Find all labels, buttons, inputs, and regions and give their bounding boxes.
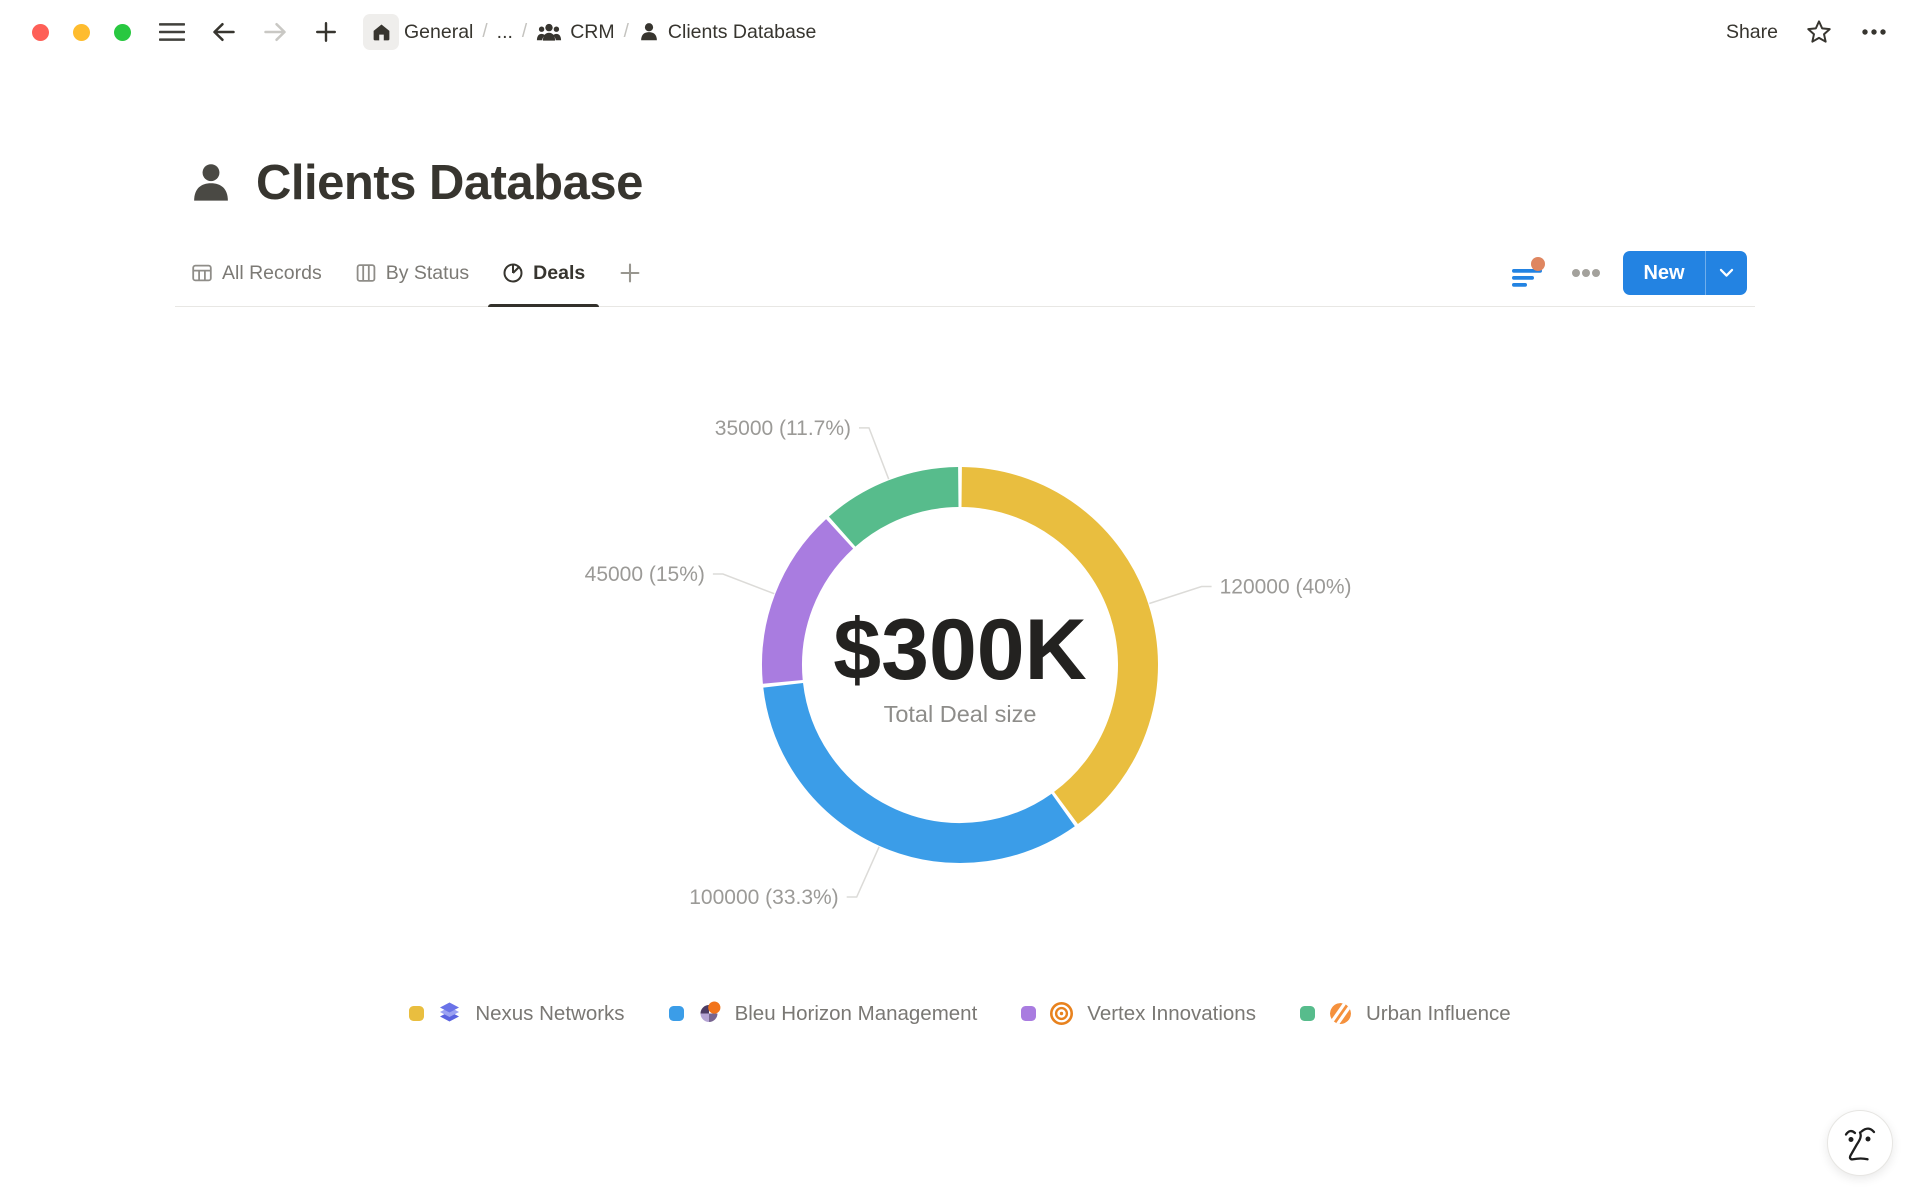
segment-callout: 45000 (15%) bbox=[585, 563, 705, 586]
tab-label: All Records bbox=[222, 262, 322, 285]
deal-size-donut-chart: 120000 (40%) 100000 (33.3%) 45000 (15%) 350… bbox=[0, 306, 1920, 1006]
breadcrumb-separator: / bbox=[522, 21, 527, 43]
new-button-dropdown[interactable] bbox=[1706, 268, 1747, 278]
callout-leader-line bbox=[713, 574, 774, 594]
callout-leader-line bbox=[1149, 587, 1211, 604]
legend-swatch bbox=[409, 1006, 424, 1021]
share-button[interactable]: Share bbox=[1726, 21, 1778, 44]
menu-icon[interactable] bbox=[159, 22, 185, 42]
breadcrumb-label: Clients Database bbox=[668, 21, 817, 44]
view-tabs-row: All Records By Status Deals bbox=[175, 240, 1755, 307]
view-controls: New bbox=[1511, 240, 1747, 306]
tab-deals[interactable]: Deals bbox=[488, 240, 599, 306]
tab-label: Deals bbox=[533, 262, 585, 285]
legend-swatch bbox=[669, 1006, 684, 1021]
segment-callout: 120000 (40%) bbox=[1220, 576, 1352, 599]
chevron-down-icon bbox=[1719, 268, 1734, 278]
striped-circle-logo bbox=[1327, 1000, 1354, 1027]
new-button-label: New bbox=[1623, 262, 1705, 285]
legend-label: Bleu Horizon Management bbox=[735, 1002, 978, 1026]
callout-leader-line bbox=[847, 847, 879, 897]
back-icon[interactable] bbox=[210, 20, 237, 44]
legend-label: Urban Influence bbox=[1366, 1002, 1511, 1026]
legend-swatch bbox=[1300, 1006, 1315, 1021]
window-toolbar: General / ... / CRM / Clients Database S… bbox=[0, 0, 1920, 64]
home-button[interactable] bbox=[363, 14, 399, 50]
page-header: Clients Database bbox=[188, 148, 643, 218]
filter-sort-icon[interactable] bbox=[1511, 256, 1549, 290]
donut-segment-3[interactable] bbox=[782, 534, 840, 682]
notion-ai-face-icon bbox=[1838, 1121, 1882, 1165]
callout-leader-line bbox=[859, 428, 889, 479]
people-icon bbox=[536, 21, 562, 43]
legend-item-bleu-horizon-management[interactable]: Bleu Horizon Management bbox=[669, 1000, 978, 1027]
more-options-icon[interactable] bbox=[1860, 20, 1888, 44]
breadcrumb: General / ... / CRM / Clients Database bbox=[404, 0, 816, 64]
segment-callout: 100000 (33.3%) bbox=[689, 886, 838, 909]
breadcrumb-item-crm[interactable]: CRM bbox=[536, 21, 614, 44]
view-tabs: All Records By Status Deals bbox=[177, 240, 648, 306]
view-more-options-icon[interactable] bbox=[1571, 267, 1601, 279]
legend-label: Vertex Innovations bbox=[1087, 1002, 1256, 1026]
breadcrumb-separator: / bbox=[624, 21, 629, 43]
chart-legend: Nexus Networks Bleu Horizon Management V… bbox=[0, 1000, 1920, 1027]
donut-segment-4[interactable] bbox=[842, 487, 958, 532]
breadcrumb-item-clients-database[interactable]: Clients Database bbox=[638, 21, 817, 44]
page-title[interactable]: Clients Database bbox=[256, 155, 643, 211]
segment-callout: 35000 (11.7%) bbox=[715, 417, 851, 440]
legend-swatch bbox=[1021, 1006, 1036, 1021]
quarters-logo bbox=[696, 1000, 723, 1027]
filter-badge-dot bbox=[1531, 257, 1545, 271]
tab-by-status[interactable]: By Status bbox=[341, 240, 483, 306]
legend-item-vertex-innovations[interactable]: Vertex Innovations bbox=[1021, 1000, 1256, 1027]
forward-icon[interactable] bbox=[262, 20, 289, 44]
close-window-button[interactable] bbox=[32, 24, 49, 41]
notion-ai-button[interactable] bbox=[1827, 1110, 1893, 1176]
nav-cluster bbox=[159, 0, 399, 64]
breadcrumb-separator: / bbox=[482, 21, 487, 43]
topbar-actions: Share bbox=[1726, 0, 1888, 64]
favorite-star-icon[interactable] bbox=[1805, 18, 1833, 46]
zoom-window-button[interactable] bbox=[114, 24, 131, 41]
home-icon bbox=[371, 22, 392, 43]
legend-item-nexus-networks[interactable]: Nexus Networks bbox=[409, 1000, 624, 1027]
donut-segment-2[interactable] bbox=[783, 685, 1063, 843]
donut-segment-1[interactable] bbox=[962, 487, 1138, 808]
breadcrumb-label: CRM bbox=[570, 21, 614, 44]
total-deal-value: $300K bbox=[833, 602, 1086, 698]
new-tab-plus-icon[interactable] bbox=[314, 20, 338, 44]
legend-label: Nexus Networks bbox=[475, 1002, 624, 1026]
pie-icon bbox=[502, 262, 524, 284]
tab-all-records[interactable]: All Records bbox=[177, 240, 336, 306]
breadcrumb-ellipsis[interactable]: ... bbox=[497, 21, 513, 44]
bullseye-logo bbox=[1048, 1000, 1075, 1027]
layers-logo bbox=[436, 1000, 463, 1027]
window-controls bbox=[32, 0, 131, 64]
board-icon bbox=[355, 262, 377, 284]
minimize-window-button[interactable] bbox=[73, 24, 90, 41]
add-view-plus-icon[interactable] bbox=[612, 240, 648, 306]
tab-label: By Status bbox=[386, 262, 469, 285]
table-icon bbox=[191, 262, 213, 284]
total-deal-subtitle: Total Deal size bbox=[884, 701, 1037, 727]
legend-item-urban-influence[interactable]: Urban Influence bbox=[1300, 1000, 1511, 1027]
new-record-button[interactable]: New bbox=[1623, 251, 1747, 295]
person-icon bbox=[638, 21, 660, 43]
page-person-icon[interactable] bbox=[188, 160, 234, 206]
breadcrumb-item-general[interactable]: General bbox=[404, 21, 473, 44]
